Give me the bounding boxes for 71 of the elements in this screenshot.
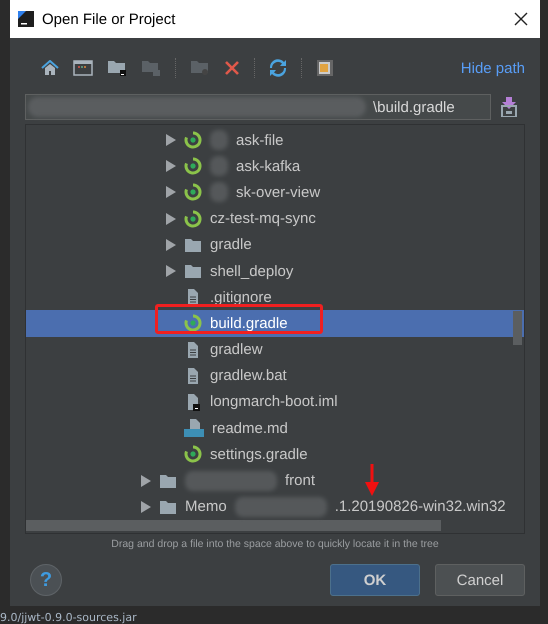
tree-item[interactable]: ask-kafka (26, 153, 524, 180)
gradle-icon (184, 314, 202, 332)
tree-item-label: shell_deploy (210, 262, 294, 280)
tree-item[interactable]: build.gradle (26, 310, 524, 336)
tree-item[interactable]: cz-test-mq-sync (26, 206, 524, 232)
app-logo-icon (18, 11, 34, 27)
gradle-icon (184, 131, 202, 150)
tree-item[interactable]: settings.gradle (26, 441, 524, 468)
hide-path-link[interactable]: Hide path (460, 60, 525, 76)
tree-item[interactable]: readme.md (26, 415, 524, 442)
expand-arrow-icon[interactable] (166, 186, 176, 198)
horizontal-scrollbar[interactable] (26, 520, 441, 531)
download-icon[interactable] (501, 97, 517, 117)
tree-item-label: .1.20190826-win32.win32 (334, 498, 506, 516)
ok-button[interactable]: OK (330, 564, 420, 596)
close-icon[interactable] (514, 12, 528, 26)
tree-item-label: Memo (185, 498, 227, 516)
tree-item-label: gradle (210, 236, 252, 254)
expand-arrow-icon[interactable] (166, 212, 176, 225)
gradle-icon (184, 210, 202, 228)
folder-icon[interactable] (107, 59, 127, 77)
tree-item[interactable]: Memo .1.20190826-win32.win32 (26, 494, 524, 520)
tree-item-label: .gitignore (210, 288, 272, 306)
tree-item[interactable]: gradle (26, 232, 524, 258)
gradle-icon (184, 157, 202, 176)
hint-text: Drag and drop a file into the space above to quickly locate it in the tree (110, 538, 440, 550)
folders-icon (141, 59, 161, 77)
expand-arrow-icon[interactable] (141, 474, 151, 487)
vertical-scrollbar[interactable] (513, 311, 522, 345)
path-field[interactable]: \build.gradle (25, 94, 491, 120)
tree-item-label: front (285, 472, 316, 490)
tree-item[interactable]: front (26, 467, 524, 494)
expand-arrow-icon[interactable] (166, 160, 176, 172)
tree-item[interactable]: .gitignore (26, 284, 524, 310)
tree-item-label: sk-over-view (236, 184, 320, 201)
annotation-arrow (365, 464, 379, 496)
gradle-icon (184, 183, 202, 202)
desktop-icon[interactable] (73, 60, 93, 76)
tree-item-label: gradlew.bat (210, 367, 287, 384)
folder-icon (159, 498, 177, 515)
tree-item[interactable]: ask-file (26, 127, 524, 154)
tree-item-label: readme.md (212, 420, 288, 437)
expand-arrow-icon[interactable] (166, 134, 176, 146)
cancel-button[interactable]: Cancel (435, 564, 525, 596)
tree-item-label: gradlew (210, 341, 263, 358)
expand-arrow-icon[interactable] (166, 238, 176, 251)
expand-arrow-icon[interactable] (166, 265, 176, 278)
folder-icon (184, 236, 202, 253)
tree-item-label: ask-kafka (236, 158, 300, 175)
tree-item[interactable]: gradlew (26, 336, 524, 363)
editor-text: 9.0/jjwt-0.9.0-sources.jar (0, 610, 137, 624)
tree-item-label: cz-test-mq-sync (210, 210, 316, 228)
folder-icon (159, 472, 177, 489)
markdown-file-icon (184, 419, 204, 438)
tree-item-label: ask-file (236, 132, 284, 149)
home-icon[interactable] (41, 60, 59, 76)
tree-item[interactable]: shell_deploy (26, 258, 524, 284)
window-title: Open File or Project (42, 10, 176, 28)
tree-item[interactable]: gradlew.bat (26, 362, 524, 389)
tree-item[interactable]: longmarch-boot.iml (26, 388, 524, 416)
tree-item-label: build.gradle (210, 314, 288, 332)
folder-icon (184, 263, 202, 280)
show-hidden-icon[interactable] (316, 59, 334, 77)
tree-item-label: settings.gradle (210, 446, 308, 463)
new-folder-icon (190, 59, 210, 77)
delete-icon[interactable] (224, 60, 240, 76)
tree-item[interactable]: sk-over-view (26, 179, 524, 206)
expand-arrow-icon[interactable] (141, 500, 151, 513)
tree-item-label: longmarch-boot.iml (210, 393, 338, 410)
gradle-icon (184, 445, 202, 464)
refresh-icon[interactable] (269, 59, 287, 77)
